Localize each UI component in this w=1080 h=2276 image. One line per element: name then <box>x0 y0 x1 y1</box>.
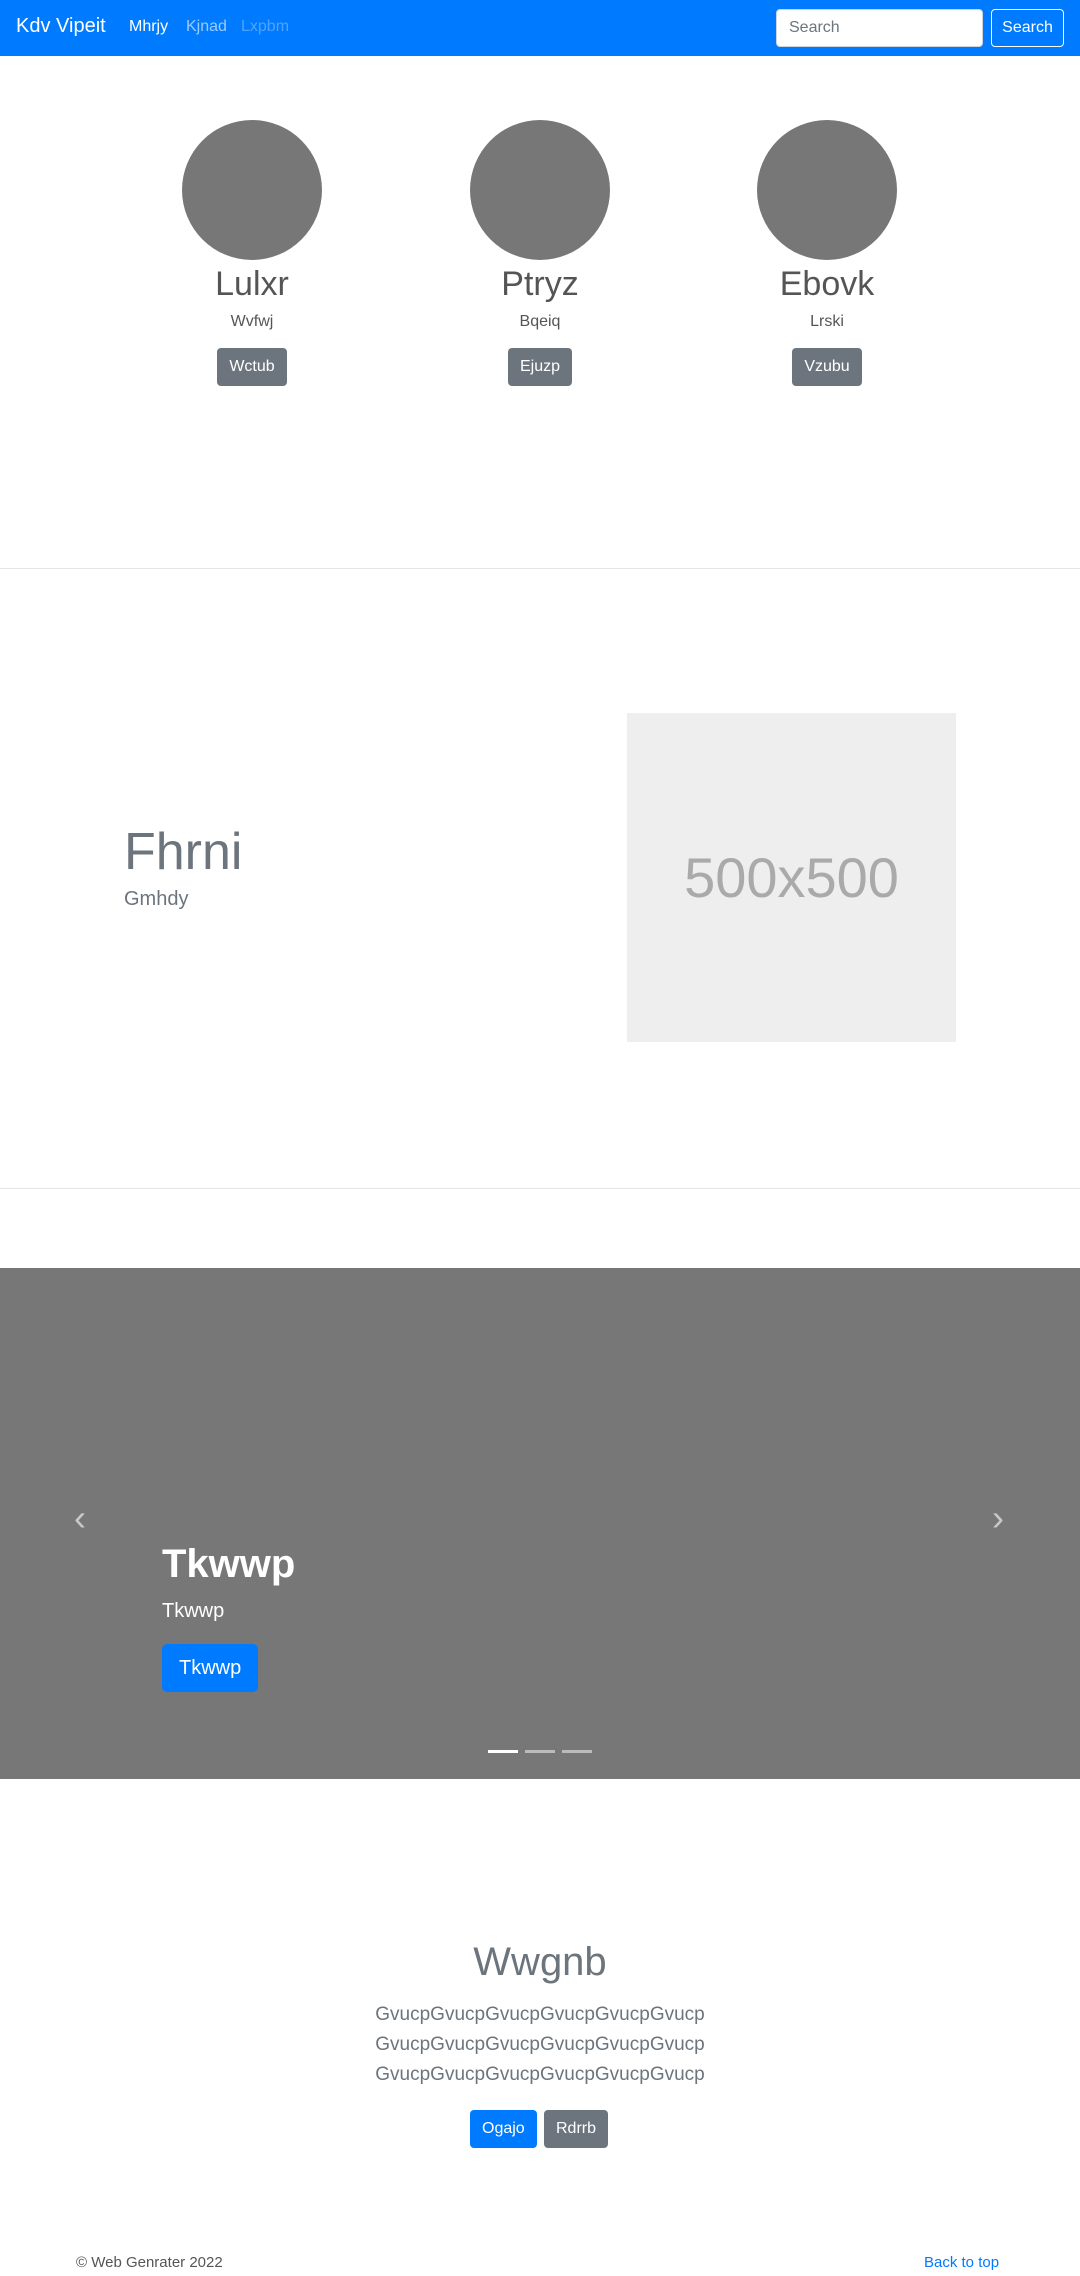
nav-link-2[interactable]: Kjnad <box>186 18 227 36</box>
section-divider <box>0 1188 1080 1189</box>
profile-role: Lrski <box>810 313 844 330</box>
profile-role: Bqeiq <box>519 313 561 330</box>
avatar <box>182 120 322 260</box>
search-button[interactable]: Search <box>991 9 1064 47</box>
nav-link-1[interactable]: Mhrjy <box>129 18 168 36</box>
carousel-indicator-3[interactable] <box>562 1750 592 1753</box>
carousel-caption-title: Tkwwp <box>162 1542 296 1586</box>
profile-button[interactable]: Vzubu <box>792 348 862 386</box>
jumbotron-line: GvucpGvucpGvucpGvucpGvucpGvucp <box>375 2034 705 2055</box>
profile-card-3: Ebovk Lrski Vzubu <box>677 120 977 386</box>
back-to-top-link[interactable]: Back to top <box>924 2254 999 2271</box>
avatar <box>757 120 897 260</box>
navbar: Kdv Vipeit Mhrjy Kjnad Lxpbm Search <box>0 0 1080 56</box>
carousel-prev-icon[interactable]: ‹ <box>60 1498 100 1538</box>
profile-button[interactable]: Wctub <box>217 348 287 386</box>
carousel-caption-button[interactable]: Tkwwp <box>162 1644 259 1692</box>
profile-name: Lulxr <box>215 265 289 303</box>
jumbotron-line: GvucpGvucpGvucpGvucpGvucpGvucp <box>375 2064 705 2085</box>
placeholder-image: 500x500 <box>627 713 956 1042</box>
nav-link-3-disabled: Lxpbm <box>241 18 290 35</box>
jumbotron-text: GvucpGvucpGvucpGvucpGvucpGvucp GvucpGvuc… <box>0 2000 1080 2090</box>
search-input[interactable] <box>776 9 983 47</box>
footer-copyright: © Web Genrater 2022 <box>76 2254 223 2271</box>
jumbotron-secondary-button[interactable]: Rdrrb <box>544 2110 609 2148</box>
profile-name: Ptryz <box>501 265 579 303</box>
profile-button[interactable]: Ejuzp <box>507 348 573 386</box>
profile-name: Ebovk <box>779 265 875 303</box>
jumbotron-primary-button[interactable]: Ogajo <box>470 2110 537 2148</box>
feature-title: Fhrni <box>124 823 243 881</box>
carousel: ‹ › Tkwwp Tkwwp Tkwwp <box>0 1268 1080 1779</box>
carousel-caption-text: Tkwwp <box>162 1600 225 1622</box>
placeholder-image-label: 500x500 <box>684 846 899 909</box>
jumbotron-line: GvucpGvucpGvucpGvucpGvucpGvucp <box>375 2004 705 2025</box>
profile-card-1: Lulxr Wvfwj Wctub <box>102 120 402 386</box>
carousel-indicator-1[interactable] <box>488 1750 518 1753</box>
feature-subtitle: Gmhdy <box>124 888 189 910</box>
section-divider <box>0 568 1080 569</box>
profile-role: Wvfwj <box>230 313 274 330</box>
jumbotron-title: Wwgnb <box>473 1940 607 1984</box>
carousel-indicator-2[interactable] <box>525 1750 555 1753</box>
carousel-next-icon[interactable]: › <box>978 1498 1018 1538</box>
brand-link[interactable]: Kdv Vipeit <box>16 15 106 38</box>
avatar <box>470 120 610 260</box>
profile-card-2: Ptryz Bqeiq Ejuzp <box>390 120 690 386</box>
